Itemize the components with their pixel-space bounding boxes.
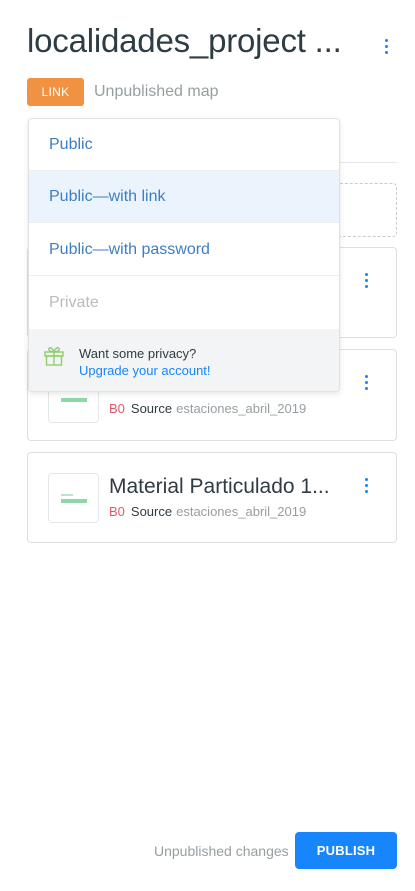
layer-options-menu-icon[interactable] (358, 270, 374, 290)
tabs-divider (340, 162, 397, 163)
source-code: B0 (109, 401, 125, 416)
privacy-dropdown: Public Public—with link Public—with pass… (28, 118, 340, 392)
gift-icon (44, 347, 64, 366)
layer-source: B0 Source estaciones_abril_2019 (109, 504, 306, 519)
privacy-option-public[interactable]: Public (29, 119, 339, 171)
map-options-menu-icon[interactable] (378, 36, 394, 56)
layer-legend-icon (61, 499, 87, 503)
layer-name[interactable]: Material Particulado 1... (109, 475, 330, 499)
source-label: Source (130, 504, 173, 519)
privacy-option-private: Private (49, 294, 99, 311)
source-code: B0 (109, 504, 125, 519)
map-status-row: LINK Unpublished map (27, 78, 219, 106)
upgrade-promo: Want some privacy? Upgrade your account! (29, 329, 339, 391)
source-dataset[interactable]: estaciones_abril_2019 (176, 401, 306, 416)
layer-options-menu-icon[interactable] (358, 475, 374, 495)
privacy-option-public-password[interactable]: Public—with password (29, 224, 339, 276)
publish-button[interactable]: PUBLISH (295, 832, 397, 869)
upgrade-link[interactable]: Upgrade your account! (79, 363, 211, 378)
layer-card[interactable]: Material Particulado 1... B0 Source estaci… (27, 452, 397, 543)
add-layer-dropzone[interactable] (330, 183, 397, 237)
layer-legend-icon (61, 398, 87, 402)
layer-source: B0 Source estaciones_abril_2019 (109, 401, 306, 416)
layer-legend-icon (61, 494, 73, 496)
publish-status: Unpublished map (94, 83, 219, 100)
layer-thumbnail (48, 473, 99, 523)
layer-options-menu-icon[interactable] (358, 372, 374, 392)
map-title[interactable]: localidades_project ... (27, 22, 342, 60)
privacy-badge[interactable]: LINK (27, 78, 84, 106)
source-dataset[interactable]: estaciones_abril_2019 (176, 504, 306, 519)
source-label: Source (130, 401, 173, 416)
privacy-option-public-link[interactable]: Public—with link (29, 171, 339, 223)
promo-text: Want some privacy? (79, 346, 197, 361)
unpublished-changes-text: Unpublished changes (154, 843, 289, 859)
